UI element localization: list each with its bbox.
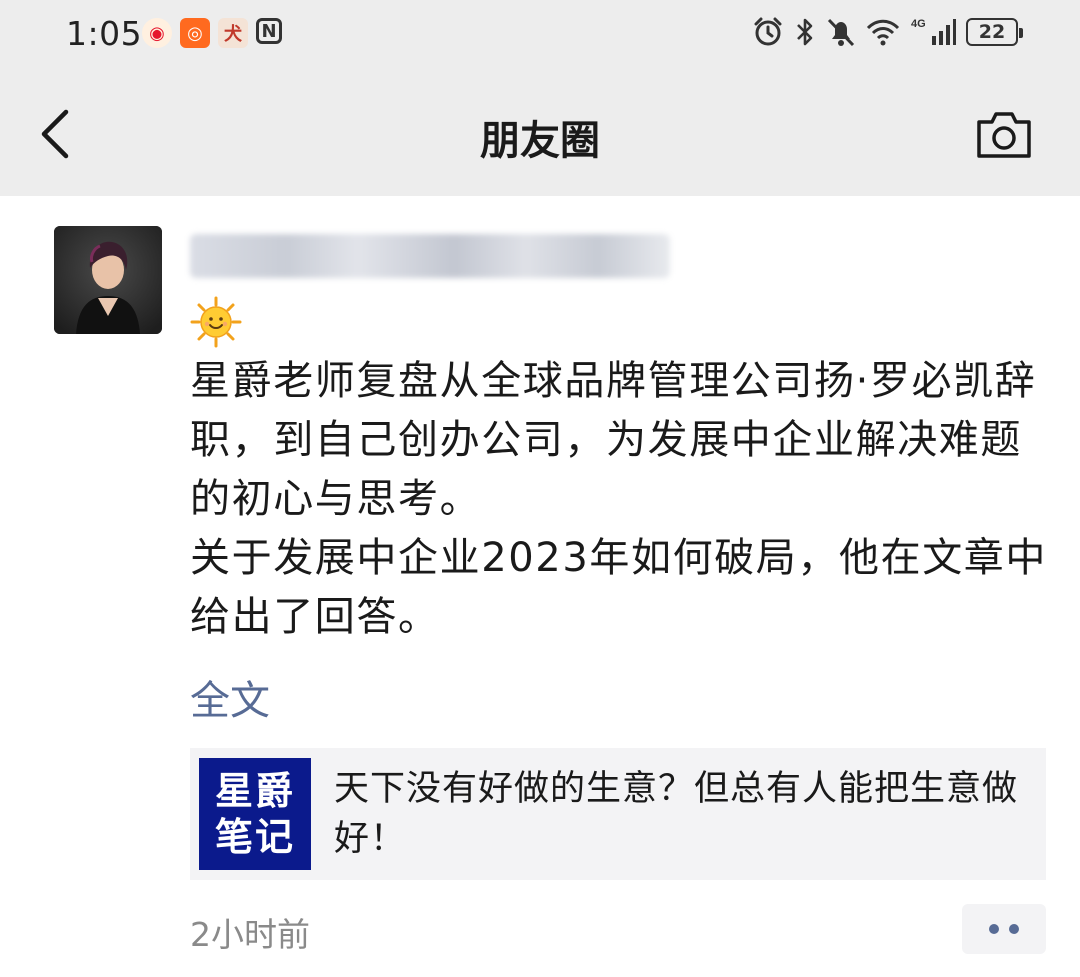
status-bar: 1:05 ◉ ◎ 犬 N 4G 22 [0, 0, 1080, 70]
kuaishou-icon: ◎ [180, 18, 210, 48]
signal-4g-icon: 4G [911, 18, 956, 45]
nav-bar: 朋友圈 [0, 70, 1080, 196]
status-indicators: 4G 22 [752, 16, 1023, 48]
thumbnail-text-line-1: 星爵 [214, 769, 295, 813]
author-name-blurred[interactable] [190, 234, 670, 278]
camera-icon[interactable] [974, 108, 1034, 162]
alarm-icon [754, 17, 782, 46]
thumbnail-text-line-2: 笔记 [214, 815, 295, 859]
article-title: 天下没有好做的生意？但总有人能把生意做好！ [334, 769, 1019, 859]
battery-indicator: 22 [966, 18, 1023, 46]
weibo-icon: ◉ [142, 18, 172, 48]
nfc-icon: N [256, 18, 282, 44]
post-text-paragraph-2: 关于发展中企业2023年如何破局，他在文章中给出了回答。 [190, 535, 1047, 640]
more-dot-icon [1009, 924, 1019, 934]
moment-post: 星爵老师复盘从全球品牌管理公司扬·罗必凯辞职，到自己创办公司，为发展中企业解决难… [0, 196, 1080, 977]
more-dot-icon [989, 924, 999, 934]
post-text: 星爵老师复盘从全球品牌管理公司扬·罗必凯辞职，到自己创办公司，为发展中企业解决难… [190, 352, 1050, 647]
more-actions-button[interactable] [962, 904, 1046, 954]
network-label: 4G [911, 18, 926, 30]
page-title: 朋友圈 [480, 118, 600, 164]
dog-app-icon: 犬 [218, 18, 248, 48]
wifi-icon [866, 19, 900, 46]
article-thumbnail: 星爵 笔记 [199, 758, 311, 870]
status-app-icons: ◉ ◎ 犬 N [142, 18, 282, 48]
fulltext-link[interactable]: 全文 [190, 668, 270, 726]
status-time: 1:05 [66, 14, 143, 53]
post-timestamp: 2小时前 [190, 915, 310, 954]
bluetooth-icon [797, 18, 813, 46]
avatar[interactable] [54, 226, 162, 334]
shared-article-card[interactable]: 星爵 笔记 天下没有好做的生意？但总有人能把生意做好！ [190, 748, 1046, 880]
post-text-paragraph-1: 星爵老师复盘从全球品牌管理公司扬·罗必凯辞职，到自己创办公司，为发展中企业解决难… [190, 358, 1037, 522]
avatar-portrait-icon [54, 226, 162, 334]
sun-with-face-icon [190, 296, 242, 348]
mute-bell-icon [827, 18, 855, 47]
